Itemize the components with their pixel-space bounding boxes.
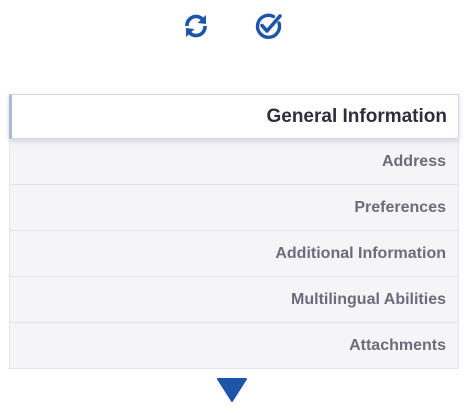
tab-attachments[interactable]: Attachments bbox=[9, 323, 459, 369]
scroll-down-button[interactable] bbox=[215, 375, 249, 405]
tab-address[interactable]: Address bbox=[9, 140, 459, 185]
toolbar bbox=[0, 6, 464, 46]
tab-additional-information[interactable]: Additional Information bbox=[9, 231, 459, 277]
tab-navigation-panel: General Information Address Preferences … bbox=[0, 0, 464, 413]
confirm-button[interactable] bbox=[248, 6, 288, 46]
tab-label: Additional Information bbox=[275, 244, 446, 262]
tab-label: Multilingual Abilities bbox=[291, 290, 446, 308]
tab-label: General Information bbox=[266, 105, 447, 127]
tab-multilingual-abilities[interactable]: Multilingual Abilities bbox=[9, 277, 459, 323]
tab-general-information[interactable]: General Information bbox=[9, 94, 459, 139]
refresh-button[interactable] bbox=[176, 6, 216, 46]
check-circle-icon bbox=[255, 13, 282, 39]
tab-label: Preferences bbox=[354, 198, 446, 216]
section-tab-list: General Information Address Preferences … bbox=[9, 94, 459, 370]
tab-preferences[interactable]: Preferences bbox=[9, 185, 459, 231]
tab-label: Address bbox=[381, 153, 446, 170]
tab-label: Attachments bbox=[349, 336, 446, 354]
refresh-icon bbox=[185, 14, 207, 38]
triangle-down-icon bbox=[217, 378, 247, 402]
